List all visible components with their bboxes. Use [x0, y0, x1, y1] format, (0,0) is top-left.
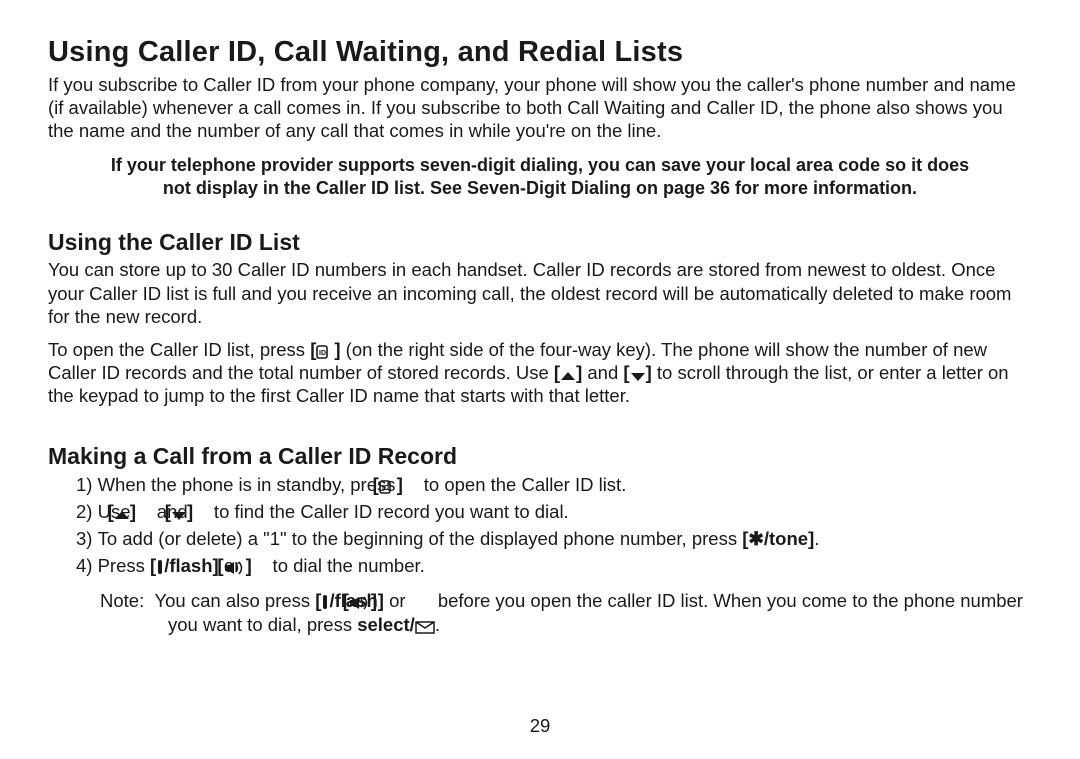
text-fragment: . [435, 614, 440, 635]
cid-icon: ID [379, 480, 397, 494]
speaker-icon [224, 561, 246, 575]
page-number: 29 [0, 715, 1080, 737]
text-fragment: To open the Caller ID list, press [48, 339, 310, 360]
talk-icon [156, 559, 164, 575]
footnote: Note: You can also press [/flash] or [] … [48, 589, 1032, 635]
text-fragment: . [814, 528, 819, 549]
step-2: 2) Use [] and [] to find the Caller ID r… [48, 499, 1032, 526]
up-key: [] [554, 361, 582, 384]
up-arrow-icon [114, 510, 130, 521]
svg-text:ID: ID [319, 350, 326, 357]
text-fragment: to open the Caller ID list. [419, 474, 627, 495]
tone-key: [✱/tone] [742, 528, 814, 549]
select-key: select/ [357, 614, 435, 635]
steps-list: 1) When the phone is in standby, press [… [48, 472, 1032, 579]
up-arrow-icon [560, 371, 576, 382]
seven-digit-note: If your telephone provider supports seve… [48, 154, 1032, 199]
cid-key: [ID] [310, 338, 340, 361]
page-title: Using Caller ID, Call Waiting, and Redia… [48, 36, 1032, 69]
text-fragment: to find the Caller ID record you want to… [209, 501, 569, 522]
up-key: [] [136, 499, 152, 526]
text-fragment: You can also press [155, 590, 316, 611]
section1-p1: You can store up to 30 Caller ID numbers… [48, 258, 1032, 327]
cid-key: [ID] [401, 472, 419, 499]
step-3: 3) To add (or delete) a "1" to the begin… [48, 526, 1032, 553]
text-fragment: to dial the number. [267, 555, 424, 576]
svg-text:ID: ID [382, 485, 389, 492]
text-fragment: To add (or delete) a "1" to the beginnin… [98, 528, 743, 549]
down-arrow-icon [171, 510, 187, 521]
speaker-icon [349, 596, 371, 610]
section1-p2: To open the Caller ID list, press [ID] (… [48, 338, 1032, 407]
cid-icon: ID [316, 345, 334, 359]
note-label: Note: [100, 590, 144, 611]
text-fragment: When the phone is in standby, press [98, 474, 401, 495]
section1-heading: Using the Caller ID List [48, 229, 1032, 256]
intro-paragraph: If you subscribe to Caller ID from your … [48, 73, 1032, 142]
text-fragment: Press [98, 555, 150, 576]
down-key: [] [623, 361, 651, 384]
text-fragment: and [582, 362, 623, 383]
speaker-key: [] [245, 553, 267, 580]
speaker-key: [] [411, 589, 433, 612]
text-fragment: or [384, 590, 411, 611]
envelope-icon [415, 621, 435, 634]
down-arrow-icon [630, 371, 646, 382]
step-1: 1) When the phone is in standby, press [… [48, 472, 1032, 499]
section2-heading: Making a Call from a Caller ID Record [48, 443, 1032, 470]
step-4: 4) Press [/flash] or [] to dial the numb… [48, 553, 1032, 580]
down-key: [] [193, 499, 209, 526]
flash-key: [/flash] [150, 555, 219, 576]
